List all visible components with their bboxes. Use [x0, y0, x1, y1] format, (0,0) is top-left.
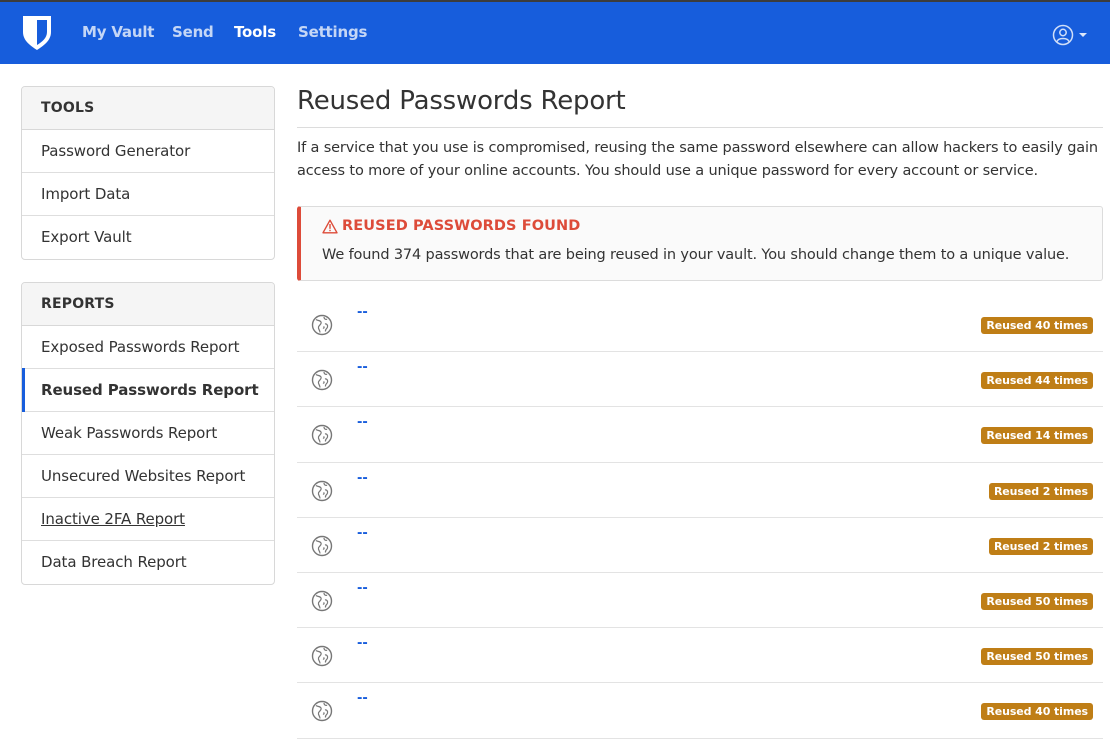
item-name-link[interactable]: --: [357, 305, 368, 320]
list-item: -- Reused 40 times: [297, 297, 1103, 353]
sidebar-item-password-generator[interactable]: Password Generator: [22, 130, 274, 173]
globe-icon: [311, 590, 333, 612]
item-name-link[interactable]: --: [357, 360, 368, 375]
globe-icon: [311, 369, 333, 391]
caret-down-icon: [1079, 33, 1087, 37]
reports-heading: REPORTS: [22, 283, 274, 326]
item-name-link[interactable]: --: [357, 691, 368, 706]
reused-password-list: -- Reused 40 times -- Reused 44 times --…: [297, 297, 1103, 739]
globe-icon: [311, 535, 333, 556]
title-divider: [297, 127, 1103, 128]
item-name-link[interactable]: --: [357, 471, 368, 486]
sidebar-item-inactive-2fa[interactable]: Inactive 2FA Report: [22, 498, 274, 541]
globe-icon: [311, 425, 333, 446]
sidebar-item-exposed-passwords[interactable]: Exposed Passwords Report: [22, 326, 274, 369]
nav-tools[interactable]: Tools: [234, 23, 276, 41]
reuse-count-badge: Reused 14 times: [981, 427, 1093, 445]
list-item: -- Reused 14 times: [297, 407, 1103, 463]
item-name-link[interactable]: --: [357, 526, 368, 541]
list-item: -- Reused 2 times: [297, 518, 1103, 573]
reused-passwords-alert: REUSED PASSWORDS FOUND We found 374 pass…: [297, 206, 1103, 281]
tools-heading: TOOLS: [22, 87, 274, 130]
alert-title-text: REUSED PASSWORDS FOUND: [342, 218, 581, 234]
list-item: -- Reused 40 times: [297, 683, 1103, 739]
reports-panel: REPORTS Exposed Passwords Report Reused …: [21, 282, 275, 585]
account-menu-button[interactable]: [1052, 22, 1092, 48]
nav-settings[interactable]: Settings: [298, 23, 367, 41]
nav-my-vault[interactable]: My Vault: [82, 23, 154, 41]
reuse-count-badge: Reused 40 times: [981, 317, 1093, 334]
page-title: Reused Passwords Report: [297, 86, 626, 116]
tools-panel: TOOLS Password Generator Import Data Exp…: [21, 86, 275, 260]
alert-title: REUSED PASSWORDS FOUND: [322, 218, 580, 234]
globe-icon: [311, 314, 333, 336]
sidebar-item-unsecured-websites[interactable]: Unsecured Websites Report: [22, 455, 274, 498]
nav-send[interactable]: Send: [172, 23, 214, 41]
warning-triangle-icon: [322, 219, 338, 233]
top-navbar: My Vault Send Tools Settings: [0, 2, 1110, 64]
globe-icon: [311, 480, 333, 501]
reuse-count-badge: Reused 50 times: [981, 648, 1093, 666]
list-item: -- Reused 50 times: [297, 628, 1103, 684]
sidebar-item-import-data[interactable]: Import Data: [22, 173, 274, 216]
sidebar-item-weak-passwords[interactable]: Weak Passwords Report: [22, 412, 274, 455]
item-name-link[interactable]: --: [357, 415, 368, 430]
reuse-count-badge: Reused 2 times: [988, 482, 1093, 500]
list-item: -- Reused 50 times: [297, 573, 1103, 629]
reuse-count-badge: Reused 2 times: [988, 537, 1093, 555]
item-name-link[interactable]: --: [357, 581, 368, 596]
report-description: If a service that you use is compromised…: [297, 140, 1098, 179]
bitwarden-logo-icon[interactable]: [22, 15, 52, 51]
alert-body: We found 374 passwords that are being re…: [322, 247, 1070, 263]
reuse-count-badge: Reused 44 times: [981, 372, 1093, 390]
reuse-count-badge: Reused 50 times: [981, 592, 1093, 610]
sidebar-item-reused-passwords[interactable]: Reused Passwords Report: [22, 368, 274, 412]
item-name-link[interactable]: --: [357, 636, 368, 651]
sidebar-item-data-breach[interactable]: Data Breach Report: [22, 541, 274, 584]
list-item: -- Reused 44 times: [297, 352, 1103, 408]
reuse-count-badge: Reused 40 times: [981, 703, 1093, 721]
user-circle-icon: [1052, 24, 1074, 46]
list-item: -- Reused 2 times: [297, 463, 1103, 518]
globe-icon: [311, 701, 333, 722]
globe-icon: [311, 645, 333, 667]
sidebar-item-export-vault[interactable]: Export Vault: [22, 216, 274, 259]
